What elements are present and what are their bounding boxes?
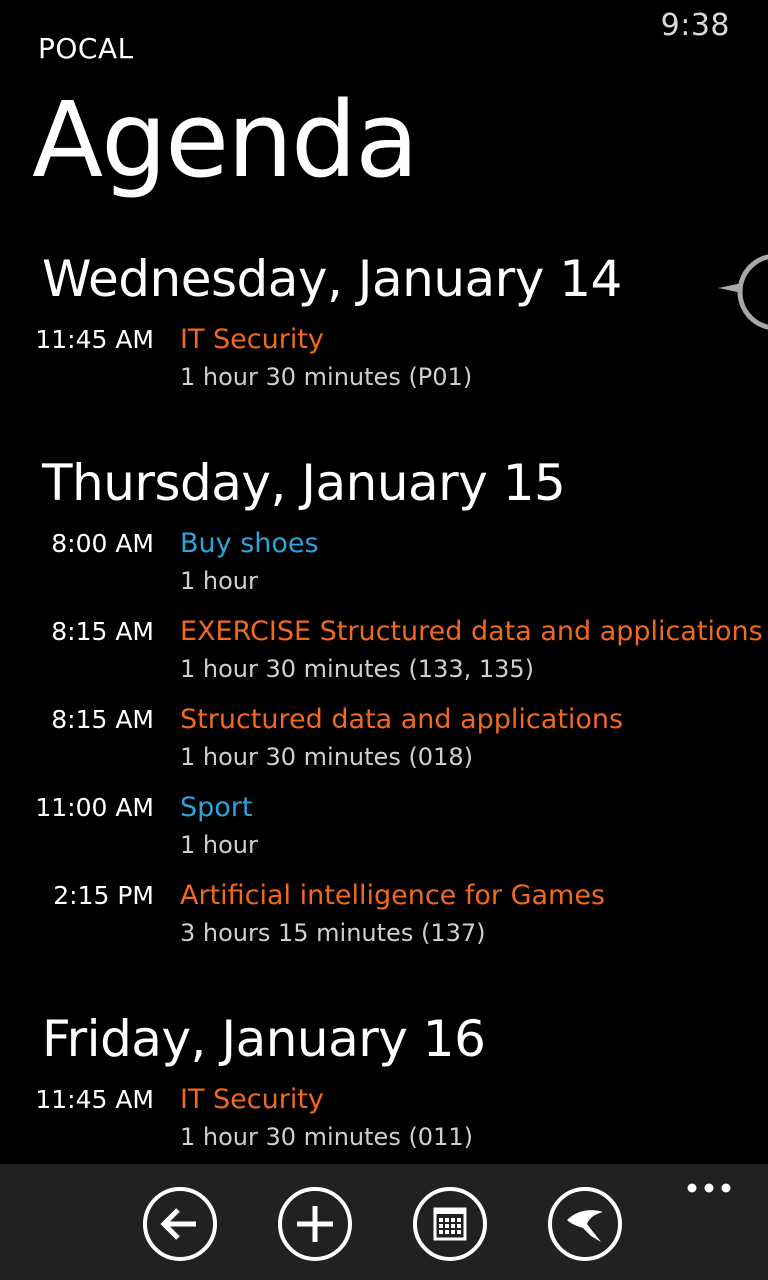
day-group: Wednesday, January 14 11:45 AM IT Securi… bbox=[0, 248, 768, 408]
event-title: IT Security bbox=[180, 1084, 324, 1115]
ellipsis-icon bbox=[687, 1183, 731, 1193]
event-time: 2:15 PM bbox=[53, 881, 154, 910]
back-arrow-icon bbox=[143, 1187, 217, 1261]
event-time: 8:00 AM bbox=[51, 529, 154, 558]
event-detail: 1 hour bbox=[180, 567, 258, 595]
add-icon bbox=[278, 1187, 352, 1261]
event-item[interactable]: 11:00 AM Sport 1 hour bbox=[0, 788, 768, 876]
app-name: POCAL bbox=[38, 32, 134, 65]
event-item[interactable]: 8:15 AM Structured data and applications… bbox=[0, 700, 768, 788]
day-header: Friday, January 16 bbox=[42, 1010, 486, 1068]
event-time: 11:45 AM bbox=[35, 1085, 154, 1114]
event-item[interactable]: 8:00 AM Buy shoes 1 hour bbox=[0, 524, 768, 612]
event-title: IT Security bbox=[180, 324, 324, 355]
back-button[interactable] bbox=[142, 1186, 218, 1262]
day-header: Wednesday, January 14 bbox=[42, 250, 622, 308]
event-title: Artificial intelligence for Games bbox=[180, 880, 606, 911]
event-time: 11:00 AM bbox=[35, 793, 154, 822]
event-item[interactable]: 8:15 AM EXERCISE Structured data and app… bbox=[0, 612, 768, 700]
event-time: 8:15 AM bbox=[51, 617, 154, 646]
calendar-button[interactable] bbox=[412, 1186, 488, 1262]
swallow-icon bbox=[548, 1187, 622, 1261]
agenda-list: Wednesday, January 14 11:45 AM IT Securi… bbox=[0, 248, 768, 1212]
event-time: 11:45 AM bbox=[35, 325, 154, 354]
day-group: Friday, January 16 11:45 AM IT Security … bbox=[0, 1008, 768, 1168]
more-options-button[interactable] bbox=[686, 1178, 732, 1198]
event-time: 8:15 AM bbox=[51, 705, 154, 734]
day-group: Thursday, January 15 8:00 AM Buy shoes 1… bbox=[0, 452, 768, 964]
screen: 9:38 POCAL Agenda Wednesday, January 14 … bbox=[0, 0, 768, 1280]
event-detail: 1 hour 30 minutes (018) bbox=[180, 743, 473, 771]
calendar-icon bbox=[413, 1187, 487, 1261]
event-title: Buy shoes bbox=[180, 528, 319, 559]
status-clock: 9:38 bbox=[660, 8, 730, 43]
swallow-button[interactable] bbox=[547, 1186, 623, 1262]
event-item[interactable]: 11:45 AM IT Security 1 hour 30 minutes (… bbox=[0, 320, 768, 408]
page-title: Agenda bbox=[32, 79, 419, 201]
event-title: Structured data and applications bbox=[180, 704, 624, 735]
event-detail: 3 hours 15 minutes (137) bbox=[180, 919, 486, 947]
event-detail: 1 hour 30 minutes (133, 135) bbox=[180, 655, 535, 683]
event-detail: 1 hour bbox=[180, 831, 258, 859]
add-event-button[interactable] bbox=[277, 1186, 353, 1262]
event-detail: 1 hour 30 minutes (P01) bbox=[180, 363, 473, 391]
app-bar bbox=[0, 1164, 768, 1280]
day-header: Thursday, January 15 bbox=[42, 454, 566, 512]
event-item[interactable]: 11:45 AM IT Security 1 hour 30 minutes (… bbox=[0, 1080, 768, 1168]
event-title: EXERCISE Structured data and application… bbox=[180, 616, 763, 647]
event-detail: 1 hour 30 minutes (011) bbox=[180, 1123, 473, 1151]
event-item[interactable]: 2:15 PM Artificial intelligence for Game… bbox=[0, 876, 768, 964]
event-title: Sport bbox=[180, 792, 253, 823]
